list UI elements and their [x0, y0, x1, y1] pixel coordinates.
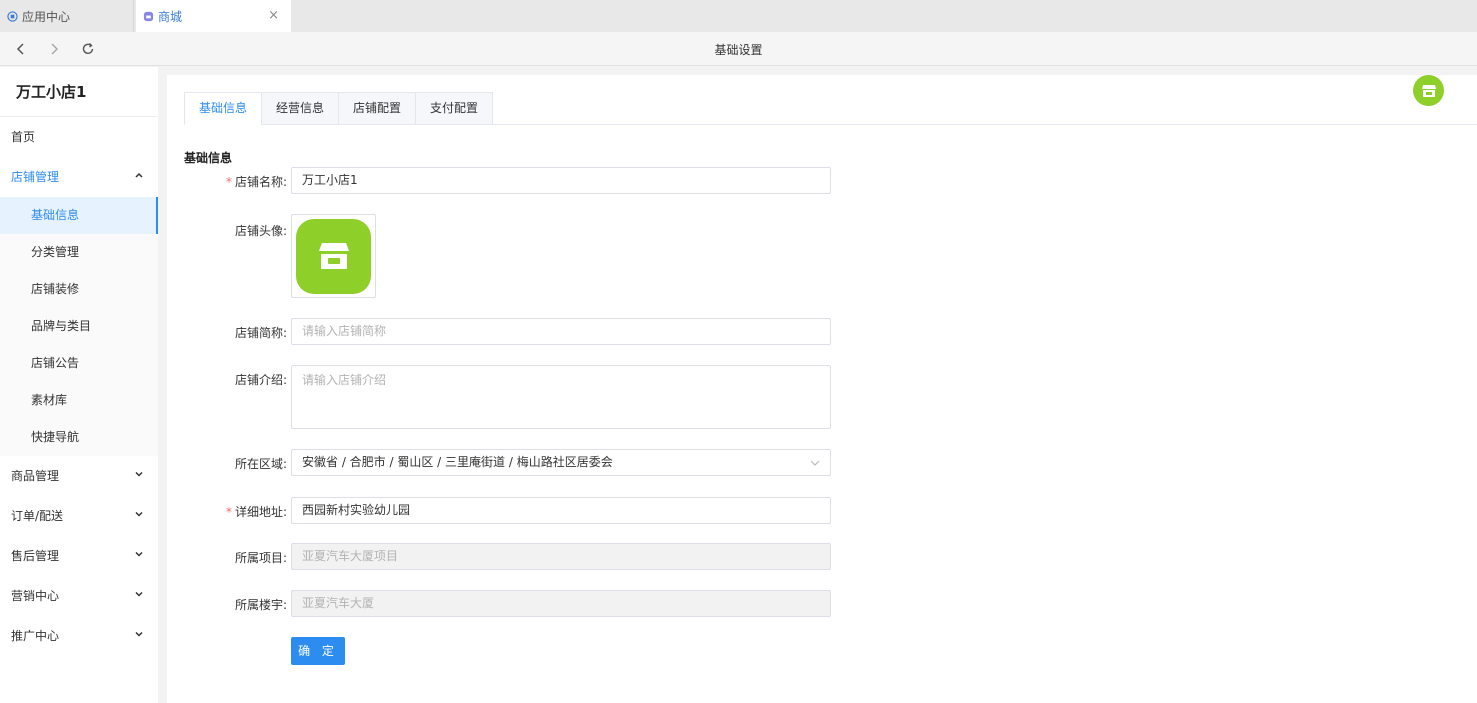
- tab-basic-info[interactable]: 基础信息: [184, 92, 263, 125]
- page-title: 基础设置: [714, 43, 763, 57]
- address-row: * 详细地址: 西园新村实验幼儿园: [167, 497, 847, 524]
- required-mark: *: [225, 175, 232, 189]
- sidebar-item-brand[interactable]: 品牌与类目: [0, 308, 158, 345]
- sidebar-item-label: 推广中心: [11, 629, 60, 643]
- chevron-up-icon: [135, 172, 143, 178]
- sidebar-item-orders[interactable]: 订单/配送: [0, 496, 158, 536]
- chevron-down-icon: [135, 591, 143, 597]
- confirm-button[interactable]: 确 定: [291, 637, 345, 665]
- sidebar-item-category[interactable]: 分类管理: [0, 234, 158, 271]
- chevron-down-icon: [810, 460, 820, 466]
- sidebar-item-promotion[interactable]: 推广中心: [0, 616, 158, 656]
- sidebar-item-notice[interactable]: 店铺公告: [0, 345, 158, 382]
- building-input: 亚夏汽车大厦: [291, 590, 831, 617]
- chevron-down-icon: [135, 471, 143, 477]
- sidebar-item-label: 售后管理: [11, 549, 60, 563]
- address-input[interactable]: 西园新村实验幼儿园: [291, 497, 831, 524]
- browser-tabstrip: 应用中心 商城 ×: [0, 0, 1477, 32]
- browser-tab-mall[interactable]: 商城 ×: [136, 0, 291, 32]
- chevron-down-icon: [135, 511, 143, 517]
- sidebar-item-marketing[interactable]: 营销中心: [0, 576, 158, 616]
- sidebar-item-label: 营销中心: [11, 589, 60, 603]
- store-avatar-row: 店铺头像:: [167, 214, 847, 298]
- sidebar-item-after-sales[interactable]: 售后管理: [0, 536, 158, 576]
- sidebar-item-label: 订单/配送: [11, 509, 64, 523]
- tab-business-info[interactable]: 经营信息: [262, 92, 340, 125]
- sidebar-item-label: 店铺管理: [11, 170, 60, 184]
- short-name-label: 店铺简称:: [234, 326, 287, 340]
- store-icon: [1421, 84, 1436, 97]
- app-center-icon: [6, 10, 18, 22]
- store-icon: [318, 243, 349, 269]
- browser-tab-label: 商城: [158, 9, 183, 24]
- sidebar-item-home[interactable]: 首页: [0, 117, 158, 157]
- intro-textarea[interactable]: 请输入店铺介绍: [291, 365, 831, 429]
- short-name-row: 店铺简称: 请输入店铺简称: [167, 318, 847, 345]
- sidebar-item-label: 首页: [11, 130, 36, 144]
- sidebar-item-store-management[interactable]: 店铺管理: [0, 157, 158, 197]
- region-label: 所在区域:: [234, 457, 287, 471]
- main-panel: 基础信息 经营信息 店铺配置 支付配置 基础信息 * 店铺名称: 万工小店1 店铺…: [167, 75, 1477, 703]
- region-row: 所在区域: 安徽省 / 合肥市 / 蜀山区 / 三里庵街道 / 梅山路社区居委会: [167, 449, 847, 476]
- mall-icon: [142, 10, 154, 22]
- sidebar-item-materials[interactable]: 素材库: [0, 382, 158, 419]
- building-label: 所属楼宇:: [234, 598, 287, 612]
- store-name-label: * 店铺名称:: [225, 175, 287, 189]
- navigation-bar: 基础设置: [0, 32, 1477, 66]
- content-tabs: 基础信息 经营信息 店铺配置 支付配置: [184, 92, 494, 125]
- browser-tab-app-center[interactable]: 应用中心: [0, 0, 134, 32]
- project-label: 所属项目:: [234, 551, 287, 565]
- intro-row: 店铺介绍: 请输入店铺介绍: [167, 365, 847, 429]
- sidebar-item-basic-info[interactable]: 基础信息: [0, 197, 158, 234]
- sidebar-item-quick-nav[interactable]: 快捷导航: [0, 419, 158, 456]
- project-input: 亚夏汽车大厦项目: [291, 543, 831, 570]
- intro-label: 店铺介绍:: [234, 373, 287, 387]
- short-name-input[interactable]: 请输入店铺简称: [291, 318, 831, 345]
- store-management-submenu: 基础信息 分类管理 店铺装修 品牌与类目 店铺公告 素材库 快捷导航: [0, 197, 158, 456]
- shop-name: 万工小店1: [0, 67, 158, 117]
- building-row: 所属楼宇: 亚夏汽车大厦: [167, 590, 847, 617]
- required-mark: *: [225, 505, 232, 519]
- store-floating-button[interactable]: [1413, 75, 1444, 106]
- close-icon[interactable]: ×: [268, 8, 279, 23]
- sidebar-item-decoration[interactable]: 店铺装修: [0, 271, 158, 308]
- store-name-row: * 店铺名称: 万工小店1: [167, 167, 847, 194]
- browser-tab-label: 应用中心: [22, 9, 71, 24]
- chevron-down-icon: [135, 631, 143, 637]
- tab-store-config[interactable]: 店铺配置: [339, 92, 417, 125]
- sidebar-item-label: 商品管理: [11, 469, 60, 483]
- sidebar-item-goods[interactable]: 商品管理: [0, 456, 158, 496]
- store-avatar-upload[interactable]: [291, 214, 376, 298]
- region-cascader[interactable]: 安徽省 / 合肥市 / 蜀山区 / 三里庵街道 / 梅山路社区居委会: [291, 449, 831, 476]
- address-label: * 详细地址:: [225, 505, 287, 519]
- project-row: 所属项目: 亚夏汽车大厦项目: [167, 543, 847, 570]
- store-avatar-image: [296, 218, 371, 294]
- section-title: 基础信息: [184, 151, 233, 165]
- store-name-input[interactable]: 万工小店1: [291, 167, 831, 194]
- sidebar: 万工小店1 首页 店铺管理 基础信息 分类管理 店铺装修 品牌与类目 店铺公告 …: [0, 67, 158, 703]
- region-value: 安徽省 / 合肥市 / 蜀山区 / 三里庵街道 / 梅山路社区居委会: [302, 455, 613, 469]
- tab-payment-config[interactable]: 支付配置: [416, 92, 494, 125]
- store-avatar-label: 店铺头像:: [234, 224, 287, 238]
- chevron-down-icon: [135, 551, 143, 557]
